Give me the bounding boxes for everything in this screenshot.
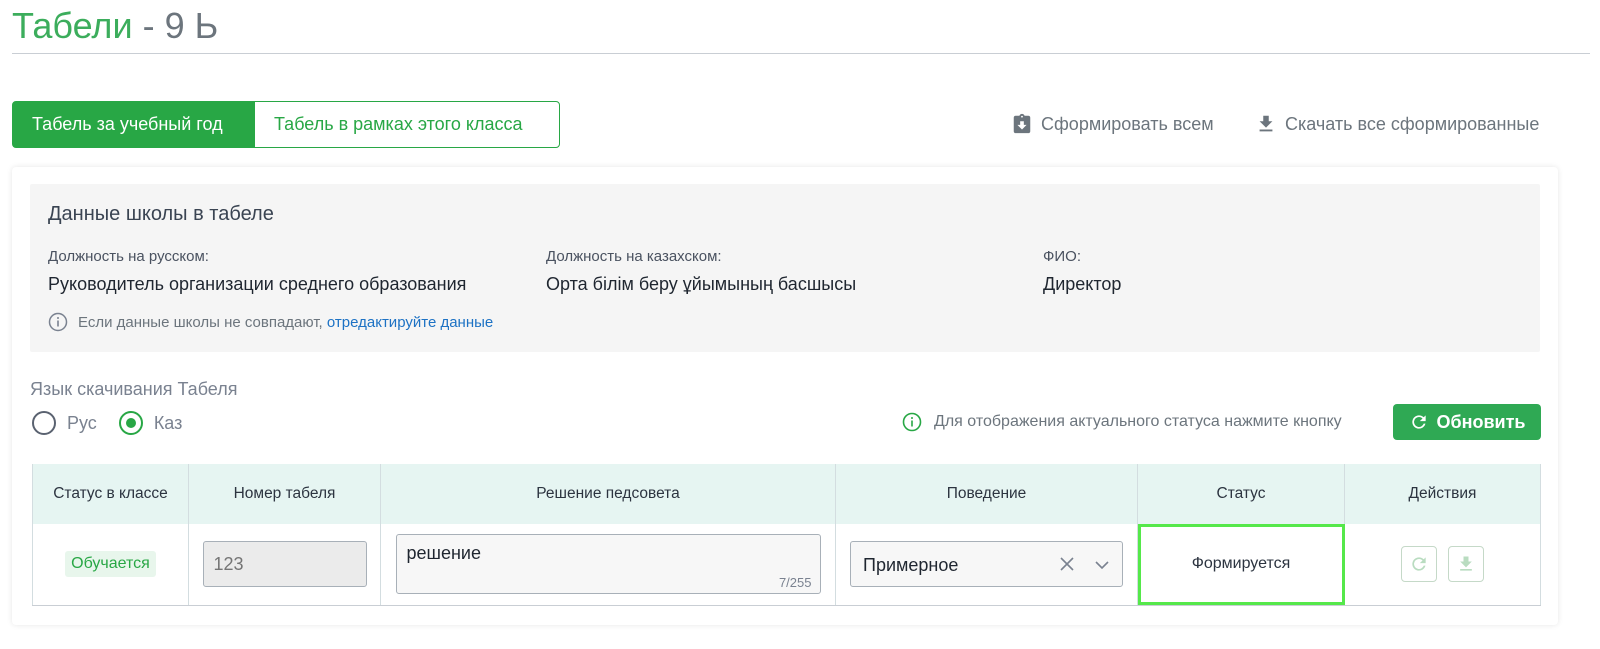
info-icon [48, 312, 68, 332]
field-value: Орта білім беру ұйымының басшысы [546, 274, 857, 294]
download-button[interactable] [1447, 546, 1484, 583]
header-status: Статус [1137, 464, 1345, 524]
clear-icon[interactable] [1058, 554, 1076, 574]
main-card: Данные школы в табеле Должность на русск… [12, 167, 1558, 625]
chevron-down-icon[interactable] [1094, 557, 1110, 573]
council-decision-textarea[interactable]: решение 7/255 [395, 534, 821, 595]
field-value: Директор [1043, 274, 1122, 294]
form-all-label: Сформировать всем [1041, 113, 1214, 134]
header-council-decision: Решение педсовета [380, 464, 836, 524]
download-all-button[interactable]: Скачать все сформированные [1255, 110, 1539, 138]
table-header-row: Статус в классе Номер табеля Решение пед… [32, 464, 1541, 524]
report-number-input[interactable] [202, 541, 367, 588]
refresh-icon [1411, 415, 1426, 429]
school-data-title: Данные школы в табеле [48, 203, 274, 225]
cell-report-number [188, 524, 381, 606]
cell-behavior: Примерное [835, 524, 1138, 606]
edit-data-link[interactable]: отредактируйте данные [327, 314, 493, 331]
regenerate-button[interactable] [1401, 546, 1438, 583]
radio-label: Каз [153, 412, 183, 433]
tab-academic-year[interactable]: Табель за учебный год [12, 101, 254, 148]
status-hint: Для отображения актуального статуса нажм… [902, 412, 1342, 432]
form-all-button[interactable]: Сформировать всем [1011, 110, 1214, 138]
download-icon [1259, 115, 1273, 132]
school-data-note: Если данные школы не совпадают, отредакт… [48, 312, 493, 332]
radio-circle-checked[interactable] [118, 411, 143, 435]
cell-council-decision: решение 7/255 [380, 524, 836, 606]
decision-text: решение [406, 543, 481, 564]
title-divider [12, 53, 1590, 54]
header-class-status: Статус в классе [32, 464, 189, 524]
tab-group: Табель за учебный год Табель в рамках эт… [12, 101, 560, 148]
download-icon [1459, 556, 1472, 571]
language-label: Язык скачивания Табеля [30, 379, 238, 399]
cell-status: Формируется [1137, 524, 1345, 606]
clipboard-download-icon [1013, 113, 1031, 134]
status-hint-text: Для отображения актуального статуса нажм… [934, 413, 1342, 430]
header-behavior: Поведение [835, 464, 1138, 524]
radio-circle[interactable] [32, 411, 56, 435]
language-radio-group: Рус Каз [32, 411, 204, 435]
radio-rus[interactable]: Рус [32, 411, 97, 435]
header-report-number: Номер табеля [188, 464, 381, 524]
tab-this-class[interactable]: Табель в рамках этого класса [254, 101, 560, 148]
field-fio: ФИО: Директор [1043, 247, 1121, 296]
behavior-select[interactable]: Примерное [850, 541, 1123, 588]
page-title-main: Табели [12, 5, 133, 46]
table-row: Обучается решение 7/255 Примерное [32, 524, 1541, 606]
info-icon [902, 412, 922, 432]
field-label: Должность на казахском: [546, 248, 722, 265]
page-title-class: - 9 Ь [142, 5, 219, 46]
school-data-panel: Данные школы в табеле Должность на русск… [30, 184, 1540, 352]
note-text: Если данные школы не совпадают, [78, 313, 323, 331]
refresh-icon [1412, 557, 1426, 571]
page-title: Табели - 9 Ь [12, 4, 218, 48]
field-value: Руководитель организации среднего образо… [48, 274, 467, 294]
download-all-label: Скачать все сформированные [1285, 113, 1540, 134]
cell-class-status: Обучается [32, 524, 189, 606]
header-actions: Действия [1344, 464, 1541, 524]
cell-actions [1344, 524, 1541, 606]
refresh-label: Обновить [1436, 411, 1526, 432]
field-label: ФИО: [1043, 248, 1082, 265]
behavior-selected-value: Примерное [863, 555, 959, 576]
field-label: Должность на русском: [48, 248, 209, 265]
char-counter: 7/255 [778, 575, 812, 591]
field-position-kz: Должность на казахском: Орта білім беру … [546, 247, 856, 296]
report-table: Статус в классе Номер табеля Решение пед… [32, 464, 1541, 606]
radio-kaz[interactable]: Каз [118, 411, 183, 435]
refresh-button[interactable]: Обновить [1393, 404, 1541, 440]
field-position-ru: Должность на русском: Руководитель орган… [48, 247, 466, 296]
radio-label: Рус [67, 412, 97, 433]
status-badge: Обучается [65, 551, 156, 578]
